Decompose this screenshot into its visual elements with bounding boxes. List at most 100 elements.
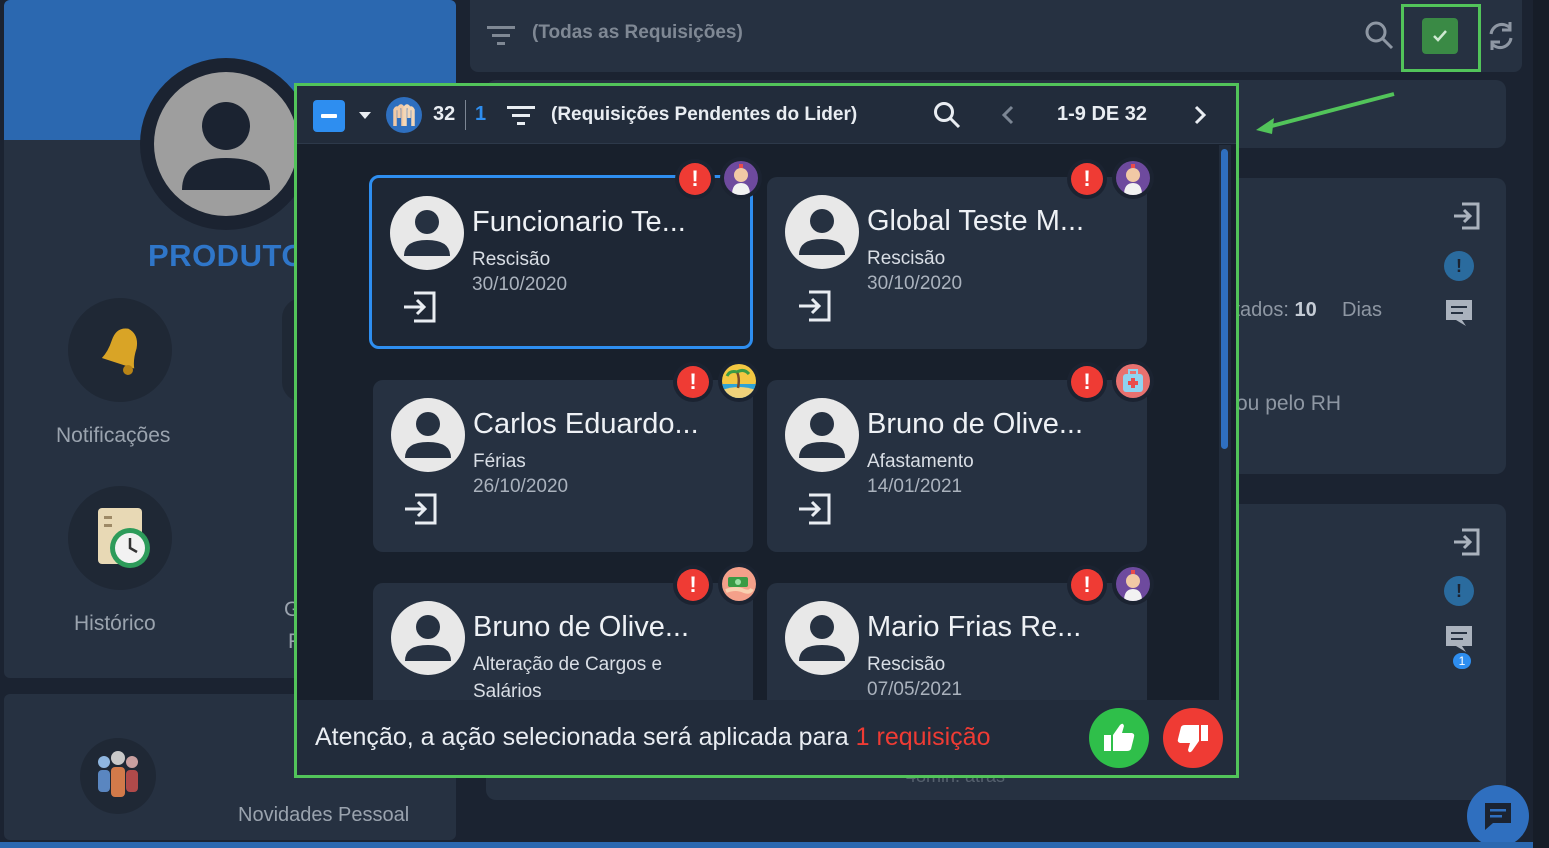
chevron-down-icon[interactable] (359, 112, 371, 120)
confirmation-message: Atenção, a ação selecionada será aplicad… (315, 723, 991, 751)
pagination-label: 1-9 DE 32 (1057, 103, 1148, 125)
news-label: Novidades Pessoal (238, 804, 410, 826)
panel-header: 32 1 (Requisições Pendentes do Lider) 1-… (297, 86, 1236, 144)
thumbs-up-icon (1104, 723, 1135, 751)
request-type-badge (718, 360, 760, 402)
top-filter-label[interactable]: (Todas as Requisições) (532, 22, 743, 44)
raised-hands-icon (386, 97, 422, 133)
card1-line2: ou pelo RH (1236, 392, 1342, 415)
request-date: 30/10/2020 (472, 274, 568, 295)
employee-name: Bruno de Olive... (473, 611, 689, 643)
comment-icon[interactable] (1444, 624, 1474, 654)
doctor-avatar-icon (1124, 570, 1142, 601)
request-type: Rescisão (867, 248, 946, 269)
alert-badge: ! (1067, 362, 1107, 402)
chat-button[interactable] (1467, 785, 1529, 847)
notifications-tile[interactable] (68, 298, 172, 402)
open-icon[interactable] (1452, 528, 1482, 556)
alert-icon: ! (1071, 569, 1103, 601)
panel-footer: Atenção, a ação selecionada será aplicad… (297, 700, 1236, 775)
employee-avatar (785, 195, 859, 269)
chevron-right-icon[interactable] (1193, 105, 1207, 125)
request-date: 14/01/2021 (867, 476, 963, 497)
person-icon (799, 615, 845, 661)
request-type: Alteração de Cargos e Salários (473, 654, 663, 700)
search-icon[interactable] (933, 101, 961, 129)
people-tile[interactable] (80, 738, 156, 814)
request-type-badge (1112, 563, 1154, 605)
person-icon (182, 102, 270, 190)
bottom-progress-line (0, 842, 1533, 848)
alert-icon: ! (1071, 366, 1103, 398)
request-list: Funcionario Te... Rescisão 30/10/2020 ! … (297, 145, 1236, 700)
window-scroll-strip (1533, 0, 1549, 848)
people-icon (98, 751, 138, 797)
filter-icon[interactable] (487, 24, 515, 46)
request-card[interactable]: Funcionario Te... Rescisão 30/10/2020 (369, 175, 753, 349)
beach-icon (722, 368, 756, 398)
selected-count: 1 (475, 103, 487, 125)
request-type: Rescisão (472, 249, 551, 270)
check-icon (1433, 30, 1447, 42)
approval-mode-button[interactable] (1422, 18, 1458, 54)
company-name: PRODUTO (148, 238, 306, 273)
select-all-checkbox[interactable] (313, 100, 345, 132)
info-icon: ! (1444, 251, 1474, 281)
alert-icon: ! (1071, 163, 1103, 195)
person-icon (404, 210, 450, 256)
chat-icon (1485, 803, 1511, 830)
info-icon: ! (1444, 576, 1474, 606)
scrollbar-thumb[interactable] (1221, 149, 1228, 449)
open-icon[interactable] (402, 290, 438, 324)
request-type-badge (720, 157, 762, 199)
open-icon[interactable] (797, 492, 833, 526)
employee-avatar (390, 196, 464, 270)
employee-name: Mario Frias Re... (867, 611, 1082, 643)
person-icon (405, 615, 451, 661)
comment-icon[interactable] (1444, 298, 1474, 328)
bulk-approval-panel: 32 1 (Requisições Pendentes do Lider) 1-… (294, 83, 1239, 778)
request-date: 26/10/2020 (473, 476, 569, 497)
alert-badge: ! (673, 362, 713, 402)
panel-filter-label[interactable]: (Requisições Pendentes do Lider) (551, 104, 857, 126)
chevron-left-icon[interactable] (1001, 105, 1015, 125)
open-icon[interactable] (403, 492, 439, 526)
filter-icon[interactable] (507, 104, 535, 126)
open-icon[interactable] (797, 289, 833, 323)
request-type: Rescisão (867, 654, 946, 675)
request-type: Afastamento (867, 451, 974, 472)
card1-days: Dias (1342, 299, 1383, 321)
request-card[interactable]: Bruno de Olive... Afastamento 14/01/2021 (767, 380, 1147, 552)
employee-name: Global Teste M... (867, 205, 1085, 237)
approve-button[interactable] (1089, 708, 1149, 768)
alert-icon: ! (677, 569, 709, 601)
company-avatar (140, 58, 312, 230)
comment-count-badge: 1 (1453, 653, 1471, 669)
request-type-badge (1112, 157, 1154, 199)
request-card[interactable]: Carlos Eduardo... Férias 26/10/2020 (373, 380, 753, 552)
employee-name: Bruno de Olive... (867, 408, 1083, 440)
alert-badge: ! (1067, 565, 1107, 605)
alert-badge: ! (673, 565, 713, 605)
open-icon[interactable] (1452, 202, 1482, 230)
history-label: Histórico (74, 612, 156, 635)
request-card[interactable]: Global Teste M... Rescisão 30/10/2020 (767, 177, 1147, 349)
pointer-arrow (1256, 92, 1395, 134)
history-tile[interactable] (68, 486, 172, 590)
doctor-avatar-icon (1124, 164, 1142, 195)
search-icon[interactable] (1364, 20, 1394, 50)
thumbs-down-icon (1177, 725, 1208, 753)
person-icon (799, 412, 845, 458)
request-date: 30/10/2020 (867, 273, 963, 294)
reject-button[interactable] (1163, 708, 1223, 768)
card1-fragment: itados: 10 (1230, 299, 1317, 321)
alert-badge: ! (1067, 159, 1107, 199)
employee-name: Funcionario Te... (472, 206, 686, 238)
request-type: Férias (473, 451, 526, 472)
refresh-icon[interactable] (1486, 20, 1516, 52)
doctor-avatar-icon (732, 164, 750, 195)
request-date: 07/05/2021 (867, 679, 963, 700)
employee-avatar (391, 398, 465, 472)
employee-avatar (785, 398, 859, 472)
employee-avatar (785, 601, 859, 675)
